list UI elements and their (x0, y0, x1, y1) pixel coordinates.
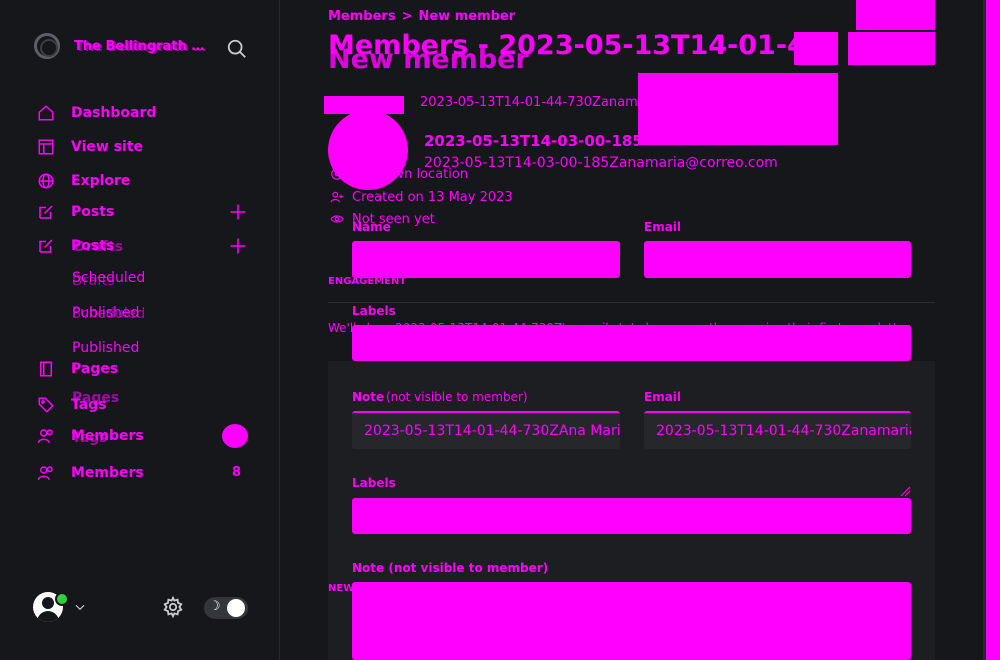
engagement-heading: ENGAGEMENT (328, 276, 407, 287)
nav-published[interactable]: Published (72, 340, 139, 356)
nav-explore[interactable]: Explore (37, 170, 130, 192)
members-count: 8 (232, 465, 242, 480)
edit-icon (39, 205, 53, 219)
gear-icon[interactable] (162, 596, 184, 618)
divider (328, 302, 935, 303)
email-field[interactable] (644, 241, 911, 278)
search-icon[interactable] (226, 38, 248, 60)
breadcrumb: Members > New member (328, 9, 515, 24)
nav-posts-label: Posts (71, 204, 115, 220)
page-title-ghost: New member (328, 44, 529, 75)
eye-icon (330, 215, 344, 223)
online-status-badge (55, 592, 69, 606)
resize-handle-icon[interactable] (899, 485, 911, 497)
settings-button[interactable] (856, 0, 935, 30)
members-icon (37, 466, 53, 480)
member-id: 2023-05-13T14-01-44-730Zanamaria@correo.… (420, 95, 638, 110)
breadcrumb-current: New member (418, 9, 516, 24)
tag-icon (38, 397, 54, 413)
site-title[interactable]: The Bellingrath Ga... (74, 39, 214, 54)
member-location: Unknown location (352, 167, 469, 182)
nav-pages[interactable]: Pages (37, 358, 118, 380)
actions-button[interactable] (794, 32, 838, 65)
card-note-textarea[interactable] (352, 582, 911, 660)
add-post-icon-dup[interactable] (229, 237, 247, 255)
site-logo[interactable] (34, 33, 60, 59)
nav-view-site-label: View site (71, 139, 144, 155)
card-email-label: Email (644, 390, 682, 404)
note-label: Note (352, 390, 385, 404)
nav-dashboard[interactable]: Dashboard (37, 102, 156, 124)
globe-icon (38, 173, 54, 189)
labels-field[interactable] (352, 325, 911, 361)
member-created: Created on 13 May 2023 (352, 190, 513, 205)
save-button[interactable] (848, 32, 935, 65)
card-note-label: Note (not visible to member) (352, 561, 549, 575)
card-email-input[interactable]: 2023-05-13T14-01-44-730Zanamaria@correo.… (644, 411, 911, 449)
nav-dashboard-label: Dashboard (71, 105, 157, 121)
nav-posts[interactable]: Posts (37, 201, 114, 223)
browser-icon (38, 139, 54, 155)
card-name-input[interactable]: 2023-05-13T14-01-44-730ZAna Maria (352, 411, 620, 449)
nav-scheduled-ghost: Scheduled (72, 306, 146, 322)
name-field[interactable] (352, 241, 620, 278)
name-label: Name (352, 220, 391, 234)
home-icon (38, 105, 54, 121)
member-email: 2023-05-13T14-03-00-185Zanamaria@correo.… (424, 155, 778, 171)
nav-members-dup[interactable]: Members (37, 462, 144, 484)
nav-view-site[interactable]: View site (37, 136, 143, 158)
nav-tags-ghost: Tags (72, 430, 108, 446)
nav-drafts[interactable]: Drafts (72, 273, 115, 289)
nav-pages-ghost: Pages (72, 390, 120, 406)
nav-members-dup-label: Members (71, 465, 144, 481)
email-label: Email (644, 220, 682, 234)
breadcrumb-members[interactable]: Members (328, 9, 396, 24)
note-hint: (not visible to member) (386, 390, 528, 404)
scrollbar-track[interactable] (983, 0, 986, 660)
members-badge (222, 424, 248, 448)
members-icon (37, 429, 53, 443)
nav-drafts-ghost: Drafts (74, 239, 124, 255)
theme-toggle-knob[interactable] (227, 599, 245, 617)
member-popover (638, 73, 838, 145)
sidebar (0, 0, 280, 660)
card-labels-field[interactable] (352, 498, 911, 534)
breadcrumb-separator: > (401, 9, 413, 24)
nav-pages-label: Pages (71, 361, 119, 377)
labels-label: Labels (352, 304, 396, 318)
member-name: 2023-05-13T14-03-00-185Zanamaria (424, 132, 638, 150)
pages-icon (40, 361, 52, 377)
chevron-down-icon[interactable] (73, 600, 87, 614)
moon-icon: ☽ (209, 599, 221, 614)
location-icon (331, 168, 343, 180)
edit-icon (39, 239, 53, 253)
nav-explore-label: Explore (71, 173, 131, 189)
user-plus-icon (330, 191, 343, 203)
add-post-icon[interactable] (229, 203, 247, 221)
card-labels-label: Labels (352, 476, 396, 490)
